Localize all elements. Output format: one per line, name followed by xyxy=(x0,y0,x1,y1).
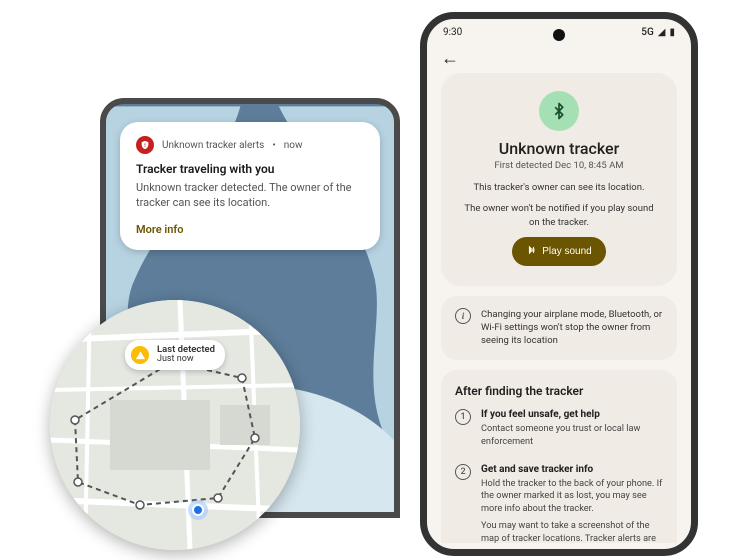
info-text: Changing your airplane mode, Bluetooth, … xyxy=(481,308,663,348)
signal-icon: ◢ xyxy=(658,27,666,38)
map-svg xyxy=(50,300,300,550)
after-heading: After finding the tracker xyxy=(455,384,663,398)
step-2-icon: 2 xyxy=(455,464,471,480)
step-2-body: Hold the tracker to the back of your pho… xyxy=(481,478,663,517)
bluetooth-icon xyxy=(539,91,579,131)
after-finding-card: After finding the tracker 1 If you feel … xyxy=(441,370,677,543)
notification-body: Unknown tracker detected. The owner of t… xyxy=(136,180,364,211)
back-arrow-icon[interactable]: ← xyxy=(441,48,459,69)
notification-app-name: Unknown tracker alerts xyxy=(162,140,264,151)
status-network: 5G xyxy=(641,27,654,38)
notification-header: Unknown tracker alerts • now xyxy=(136,136,364,154)
tracker-line1: This tracker's owner can see its locatio… xyxy=(461,181,657,194)
step-2-body2: You may want to take a screenshot of the… xyxy=(481,520,663,543)
front-camera xyxy=(553,29,565,41)
map-last-detected-pill[interactable]: Last detected Just now xyxy=(125,340,225,370)
info-card: i Changing your airplane mode, Bluetooth… xyxy=(441,296,677,360)
sound-icon xyxy=(526,245,536,258)
step-1-icon: 1 xyxy=(455,409,471,425)
after-item-1: 1 If you feel unsafe, get help Contact s… xyxy=(455,408,663,453)
notification-more-info-button[interactable]: More info xyxy=(136,223,364,236)
warning-triangle-icon xyxy=(129,344,151,366)
shield-alert-icon xyxy=(136,136,154,154)
notification-title: Tracker traveling with you xyxy=(136,162,364,176)
step-2-title: Get and save tracker info xyxy=(481,463,663,477)
play-sound-button[interactable]: Play sound xyxy=(512,237,605,266)
scroll-area[interactable]: Unknown tracker First detected Dec 10, 8… xyxy=(427,73,691,543)
toolbar: ← xyxy=(427,42,691,73)
map-pill-subtitle: Just now xyxy=(157,354,194,364)
tracker-subtitle: First detected Dec 10, 8:45 AM xyxy=(461,160,657,171)
tracker-title: Unknown tracker xyxy=(461,139,657,158)
after-item-2: 2 Get and save tracker info Hold the tra… xyxy=(455,463,663,543)
tracker-line2: The owner won't be notified if you play … xyxy=(461,202,657,229)
info-icon: i xyxy=(455,308,471,324)
notification-time: now xyxy=(284,140,303,151)
phone-right-frame: 9:30 5G ◢ ▮ ← Unknown tracker First dete… xyxy=(420,12,698,556)
tracker-hero-card: Unknown tracker First detected Dec 10, 8… xyxy=(441,73,677,286)
status-time: 9:30 xyxy=(443,27,462,38)
notification-card[interactable]: Unknown tracker alerts • now Tracker tra… xyxy=(120,122,380,250)
step-1-title: If you feel unsafe, get help xyxy=(481,408,663,422)
step-1-body: Contact someone you trust or local law e… xyxy=(481,423,663,449)
battery-icon: ▮ xyxy=(669,27,675,38)
map-circle: Last detected Just now xyxy=(50,300,300,550)
play-sound-label: Play sound xyxy=(542,246,591,257)
